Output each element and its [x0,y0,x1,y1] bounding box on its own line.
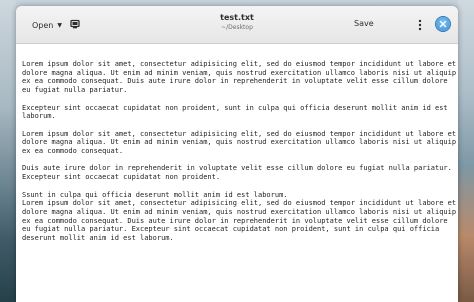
text-line [22,121,458,130]
text-line: ex ea commodo consequat. [22,147,124,156]
text-line: ex ea commodo consequat. Duis aute irure… [22,216,448,225]
text-line: ex ea commodo consequat. Duis aute irure… [22,77,448,86]
document-title: test.txt [220,13,254,22]
text-line: eu fugiat nulla pariatur. [22,86,128,95]
desktop-wallpaper-left [0,0,16,302]
desktop-wallpaper-right [458,0,474,302]
text-line: Duis aute irure dolor in reprehenderit i… [22,164,452,173]
text-line: laborum. [22,112,56,121]
text-line: Excepteur sint occaecat cupidatat non pr… [22,173,221,182]
text-line: Lorem ipsum dolor sit amet, consectetur … [22,129,457,138]
text-line: deserunt mollit anim id est laborum. [22,234,174,243]
text-line: Ssunt in culpa qui officia deserunt moll… [22,190,288,199]
document-text: Lorem ipsum dolor sit amet, consectetur … [16,44,458,243]
title-area: test.txt ~/Desktop [16,12,458,32]
close-icon[interactable] [436,17,450,31]
text-line: eu fugiat nulla pariatur. Excepteur sint… [22,225,440,234]
text-line [22,182,458,191]
save-button[interactable]: Save [354,19,374,28]
text-line: Lorem ipsum dolor sit amet, consectetur … [22,199,457,208]
text-line: dolore magna aliqua. Ut enim ad minim ve… [22,138,457,147]
document-path: ~/Desktop [221,24,253,31]
more-menu-icon[interactable] [416,18,424,32]
text-line: Lorem ipsum dolor sit amet, consectetur … [22,60,457,68]
text-line: Excepteur sint occaecat cupidatat non pr… [22,103,448,112]
text-line: dolore magna aliqua. Ut enim ad minim ve… [22,207,457,216]
text-line [22,95,458,104]
text-editor-area[interactable]: Lorem ipsum dolor sit amet, consectetur … [16,44,458,302]
header-bar: Open ▼ test.txt ~/Desktop Save [16,6,458,44]
text-line: dolore magna aliqua. Ut enim ad minim ve… [22,68,457,77]
text-editor-window: Open ▼ test.txt ~/Desktop Save Lorem ips… [16,6,458,302]
text-line [22,156,458,165]
